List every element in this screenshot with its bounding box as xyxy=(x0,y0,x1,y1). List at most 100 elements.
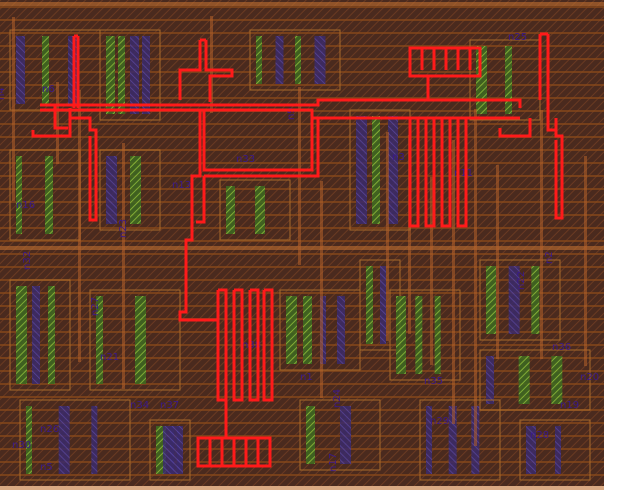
metal-track xyxy=(452,140,455,424)
diffusion xyxy=(337,296,345,364)
diffusion xyxy=(255,186,265,234)
net-label-n26: n26 xyxy=(40,424,59,435)
metal-track xyxy=(496,165,499,359)
net-label-n25: n25 xyxy=(508,32,527,43)
metal-track xyxy=(474,109,477,446)
metal-rail xyxy=(0,71,604,73)
net-label-n13: n13 xyxy=(172,180,191,191)
diffusion xyxy=(16,156,22,234)
diffusion xyxy=(505,46,512,114)
net-label-n1: n1 xyxy=(300,372,313,383)
metal-track xyxy=(78,90,81,362)
diffusion xyxy=(295,36,301,84)
net-label-n33: n33 xyxy=(236,154,255,165)
diffusion xyxy=(366,266,373,344)
metal-rail xyxy=(0,45,604,47)
diffusion xyxy=(275,36,284,84)
diffusion xyxy=(434,296,441,374)
metal-rail xyxy=(0,422,604,424)
diffusion xyxy=(486,266,496,334)
power-rail xyxy=(0,246,604,250)
net-label-n23: n23 xyxy=(118,219,129,238)
diffusion xyxy=(177,426,183,474)
diffusion xyxy=(486,356,494,404)
metal-track xyxy=(122,143,125,389)
metal-rail xyxy=(0,253,604,255)
net-label-n4: n4 xyxy=(0,87,7,100)
net-label-n19: n19 xyxy=(560,400,579,411)
diffusion xyxy=(356,116,367,224)
diffusion xyxy=(340,406,351,464)
metal-rail xyxy=(0,19,604,21)
net-label-n35: n35 xyxy=(424,376,443,387)
diffusion xyxy=(531,266,540,334)
net-label-n2: n2 xyxy=(544,251,555,264)
net-bottom-comb[interactable] xyxy=(196,436,272,468)
net-label-n3: n3 xyxy=(392,152,405,163)
diffusion xyxy=(415,296,423,374)
metal-rail xyxy=(0,435,604,437)
net-label-n5: n5 xyxy=(40,462,53,473)
layout-view[interactable]: n6n33n4n13n9n23n3n32n25n2n27n21n22n38n34… xyxy=(0,0,618,500)
net-label-n28: n28 xyxy=(530,430,549,441)
metal-rail xyxy=(0,357,604,359)
net-label-n30: n30 xyxy=(12,440,31,451)
net-label-n36: n36 xyxy=(552,342,571,353)
diffusion xyxy=(48,286,55,384)
diffusion xyxy=(518,356,530,404)
metal-track xyxy=(584,156,587,366)
metal-rail xyxy=(0,383,604,385)
diffusion xyxy=(286,296,297,364)
metal-track xyxy=(12,17,15,201)
net-label-n21: n21 xyxy=(100,352,119,363)
diffusion xyxy=(130,156,141,224)
power-rail xyxy=(0,486,604,490)
diffusion xyxy=(226,186,235,234)
net-label-n24: n24 xyxy=(332,389,343,408)
diffusion xyxy=(306,406,315,464)
metal-rail xyxy=(0,84,604,86)
diffusion xyxy=(45,156,53,234)
metal-rail xyxy=(0,344,604,346)
diffusion xyxy=(551,356,563,404)
net-label-n6: n6 xyxy=(42,84,55,95)
net-label-n37: n37 xyxy=(160,400,179,411)
diffusion xyxy=(106,36,115,114)
metal-rail xyxy=(0,474,604,476)
diffusion xyxy=(130,36,139,114)
net-label-n32: n32 xyxy=(22,251,33,270)
diffusion xyxy=(396,296,406,374)
diffusion xyxy=(135,296,146,384)
diffusion xyxy=(314,36,326,84)
net-label-n16: n16 xyxy=(16,200,35,211)
metal-track xyxy=(386,132,389,341)
net-label-n22: n22 xyxy=(516,271,527,290)
net-label-n29: n29 xyxy=(430,416,449,427)
diffusion xyxy=(58,406,70,474)
diffusion xyxy=(256,36,262,84)
diffusion xyxy=(32,286,40,384)
diffusion xyxy=(372,116,380,224)
diffusion xyxy=(106,156,117,224)
diffusion xyxy=(142,36,150,114)
metal-rail xyxy=(0,227,604,229)
diffusion xyxy=(118,36,125,114)
metal-rail xyxy=(0,6,604,8)
metal-rail xyxy=(0,396,604,398)
diffusion xyxy=(388,116,398,224)
net-label-n27: n27 xyxy=(90,297,101,316)
diffusion xyxy=(380,266,386,344)
metal-rail xyxy=(0,461,604,463)
metal-rail xyxy=(0,58,604,60)
net-label-n17: n17 xyxy=(328,453,339,472)
net-label-n20: n20 xyxy=(580,372,599,383)
diffusion xyxy=(91,406,98,474)
diffusion xyxy=(303,296,312,364)
layout-canvas[interactable]: n6 n33 n4 n13 n9 n23 n3 n32 n25 n2 n27 n21 n22 n38 n34… xyxy=(0,0,618,500)
diffusion xyxy=(555,426,561,474)
diffusion xyxy=(16,286,27,384)
metal-track xyxy=(540,110,543,359)
power-rail xyxy=(0,2,604,6)
diffusion xyxy=(16,36,25,104)
metal-rail xyxy=(0,448,604,450)
